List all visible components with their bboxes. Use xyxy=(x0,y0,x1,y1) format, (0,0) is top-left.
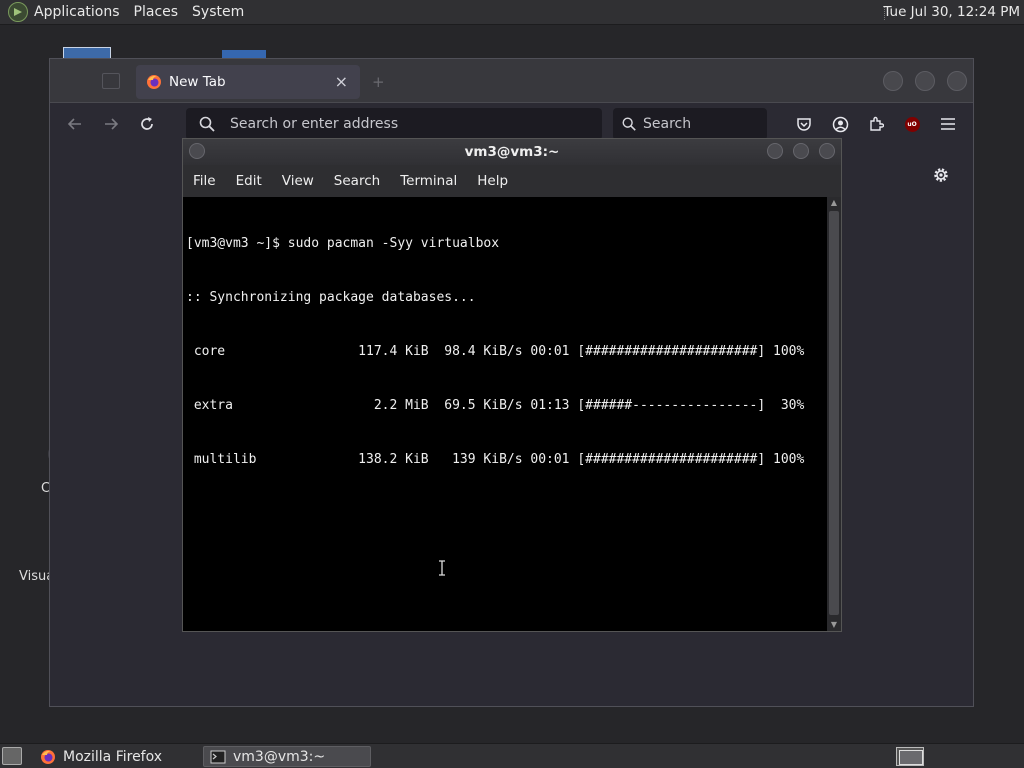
minimize-button[interactable] xyxy=(767,143,783,159)
terminal-window: vm3@vm3:~ File Edit View Search Terminal… xyxy=(182,138,842,632)
taskbar-item-terminal[interactable]: vm3@vm3:~ xyxy=(203,746,371,767)
tab-new-tab[interactable]: New Tab × xyxy=(136,65,360,99)
show-desktop-icon[interactable] xyxy=(2,747,22,765)
gear-icon[interactable] xyxy=(932,166,950,184)
scroll-down-icon[interactable]: ▼ xyxy=(828,619,840,631)
scrollbar-thumb[interactable] xyxy=(829,211,839,615)
maximize-button[interactable] xyxy=(915,71,935,91)
minimize-button[interactable] xyxy=(883,71,903,91)
window-controls xyxy=(767,143,835,159)
close-tab-icon[interactable]: × xyxy=(335,72,348,91)
menu-edit[interactable]: Edit xyxy=(236,173,262,189)
terminal-line: :: Synchronizing package databases... xyxy=(186,290,476,305)
terminal-line: [vm3@vm3 ~]$ sudo pacman -Syy virtualbox xyxy=(186,236,500,251)
text-cursor-icon xyxy=(439,560,445,576)
terminal-icon xyxy=(210,750,226,763)
terminal-scrollbar[interactable]: ▲ ▼ xyxy=(827,197,841,631)
search-icon xyxy=(622,117,636,131)
terminal-title: vm3@vm3:~ xyxy=(464,144,560,160)
firefox-icon xyxy=(41,749,55,764)
terminal-line: core 117.4 KiB 98.4 KiB/s 00:01 [#######… xyxy=(186,344,805,359)
account-icon[interactable] xyxy=(831,115,849,133)
applications-menu[interactable]: Applications xyxy=(34,4,120,20)
search-icon xyxy=(199,116,215,132)
ublock-badge: uO xyxy=(904,116,920,132)
tab-title: New Tab xyxy=(169,74,226,90)
window-menu-button[interactable] xyxy=(189,143,205,159)
maximize-button[interactable] xyxy=(793,143,809,159)
tab-bar: New Tab × + xyxy=(50,59,973,103)
places-menu[interactable]: Places xyxy=(134,4,179,20)
firefox-icon xyxy=(147,75,161,89)
terminal-menubar: File Edit View Search Terminal Help xyxy=(183,165,841,197)
clock[interactable]: Tue Jul 30, 12:24 PM xyxy=(883,4,1020,20)
scroll-up-icon[interactable]: ▲ xyxy=(828,197,840,209)
reload-icon[interactable] xyxy=(135,112,159,136)
window-controls xyxy=(883,71,967,91)
menu-view[interactable]: View xyxy=(282,173,314,189)
top-panel: Applications Places System Tue Jul 30, 1… xyxy=(0,0,1024,25)
terminal-line: extra 2.2 MiB 69.5 KiB/s 01:13 [######--… xyxy=(186,398,805,413)
terminal-titlebar[interactable]: vm3@vm3:~ xyxy=(183,139,841,165)
new-tab-button[interactable]: + xyxy=(372,73,385,91)
taskbar-item-label: Mozilla Firefox xyxy=(63,748,163,765)
workspace-switcher[interactable] xyxy=(896,747,924,766)
search-placeholder: Search xyxy=(643,116,692,132)
close-window-button[interactable] xyxy=(947,71,967,91)
close-window-button[interactable] xyxy=(819,143,835,159)
bottom-panel: Mozilla Firefox vm3@vm3:~ xyxy=(0,743,1024,768)
menu-help[interactable]: Help xyxy=(477,173,508,189)
extensions-icon[interactable] xyxy=(867,115,885,133)
back-arrow-icon[interactable] xyxy=(63,112,87,136)
address-placeholder: Search or enter address xyxy=(230,116,399,132)
address-bar[interactable]: Search or enter address xyxy=(186,108,602,140)
search-bar[interactable]: Search xyxy=(613,108,767,140)
taskbar-item-label: vm3@vm3:~ xyxy=(233,748,326,765)
forward-arrow-icon[interactable] xyxy=(99,112,123,136)
pocket-icon[interactable] xyxy=(795,115,813,133)
menu-search[interactable]: Search xyxy=(334,173,380,189)
list-all-tabs-button[interactable] xyxy=(102,73,120,89)
system-menu[interactable]: System xyxy=(192,4,244,20)
ublock-origin-icon[interactable]: uO xyxy=(903,115,921,133)
distro-logo-icon[interactable] xyxy=(8,2,28,22)
menu-terminal[interactable]: Terminal xyxy=(400,173,457,189)
menu-file[interactable]: File xyxy=(193,173,216,189)
terminal-line: multilib 138.2 KiB 139 KiB/s 00:01 [####… xyxy=(186,452,805,467)
terminal-output[interactable]: [vm3@vm3 ~]$ sudo pacman -Syy virtualbox… xyxy=(183,197,827,631)
hamburger-menu-icon[interactable] xyxy=(939,115,957,133)
taskbar-item-firefox[interactable]: Mozilla Firefox xyxy=(34,746,194,767)
